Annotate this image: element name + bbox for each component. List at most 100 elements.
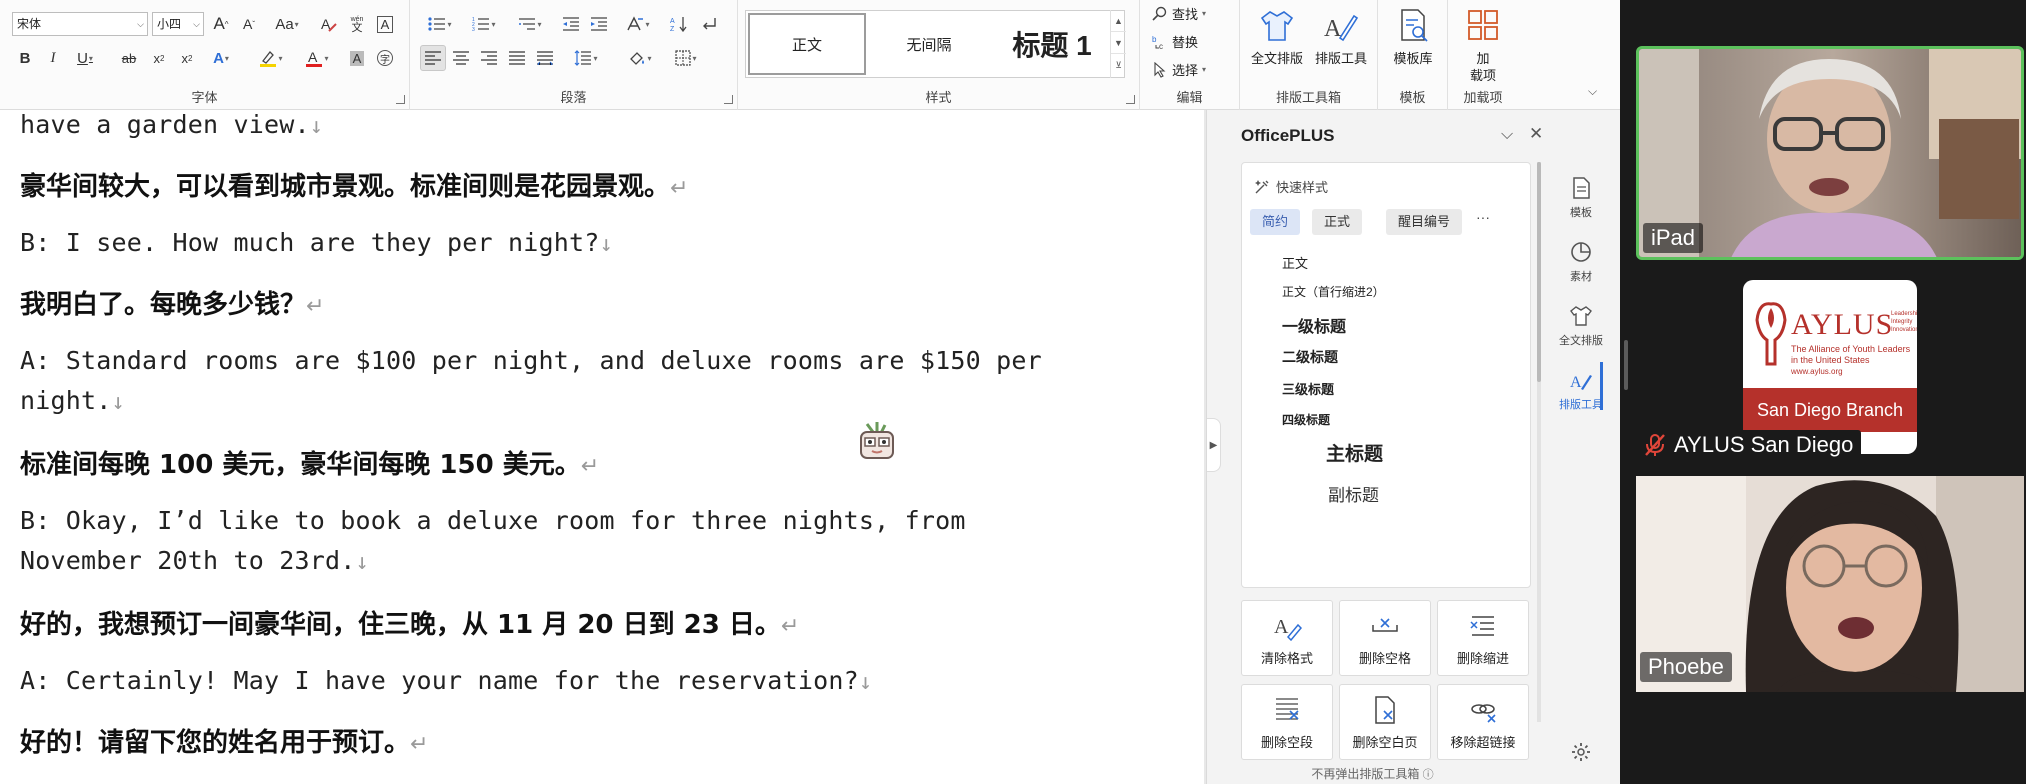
font-size-select[interactable]: 小四 ⌵ <box>152 12 204 36</box>
style-subtitle[interactable]: 副标题 <box>1328 481 1379 506</box>
line-break-mark: ↓ <box>599 232 614 257</box>
rail-item-full-layout[interactable]: 全文排版 <box>1541 304 1620 348</box>
doc-line: A: Standard rooms are $100 per night, an… <box>20 346 1042 375</box>
decrease-indent-icon[interactable] <box>558 11 584 37</box>
style-no-spacing[interactable]: 无间隔 <box>870 13 988 75</box>
char-border-icon[interactable]: A <box>372 11 398 37</box>
video-tile-phoebe[interactable]: Phoebe <box>1636 476 2024 692</box>
tab-prominent-numbering[interactable]: 醒目编号 <box>1386 209 1463 235</box>
superscript-button[interactable]: x2 <box>174 45 200 71</box>
rail-label-template: 模板 <box>1570 207 1592 219</box>
doc-line-text: A: Standard rooms are $100 per night, an… <box>20 346 1042 375</box>
italic-button[interactable]: I <box>40 45 66 71</box>
panel-resize-handle[interactable] <box>1624 340 1628 390</box>
document-page[interactable]: have a garden view.↓ 豪华间较大，可以看到城市景观。标准间则… <box>0 110 1204 784</box>
style-normal[interactable]: 正文 <box>748 13 866 75</box>
replace-icon: bc <box>1152 35 1163 50</box>
clear-format-icon[interactable]: A <box>316 11 342 37</box>
delete-empty-paragraphs-button[interactable]: 删除空段 <box>1241 684 1333 760</box>
select-button[interactable]: 选择 ▾ <box>1152 60 1206 79</box>
grow-font-button[interactable]: A ^ <box>208 11 234 37</box>
style-heading-4[interactable]: 四级标题 <box>1282 411 1330 428</box>
sort-icon[interactable]: AZ <box>666 11 692 37</box>
ribbon: 宋体 ⌵ 小四 ⌵ A ^ Aˇ Aa ▾ A wén 文 A B I U ▾ ab x2 … <box>0 0 1620 110</box>
active-rail-indicator <box>1600 362 1603 410</box>
multilevel-list-button[interactable]: ▾ <box>510 11 550 37</box>
char-shading-icon[interactable]: A <box>344 45 370 71</box>
phonetic-guide-icon[interactable]: wén 文 <box>344 11 370 37</box>
font-name-select[interactable]: 宋体 ⌵ <box>12 12 148 36</box>
remove-hyperlinks-label: 移除超链接 <box>1450 735 1516 750</box>
panel-footer[interactable]: 不再弹出排版工具箱 ⓘ <box>1207 765 1538 782</box>
style-heading-2[interactable]: 二级标题 <box>1282 347 1338 367</box>
highlight-button[interactable]: ▾ <box>252 45 290 71</box>
collapse-ribbon-icon[interactable]: ⌵ <box>1588 84 1597 99</box>
shrink-font-button[interactable]: Aˇ <box>236 11 262 37</box>
line-spacing-button[interactable]: ▾ <box>566 45 606 71</box>
increase-indent-icon[interactable] <box>586 11 612 37</box>
video-tile-aylus[interactable]: AYLUS Leadership Integrity Innovation Th… <box>1636 280 2024 468</box>
replace-button[interactable]: bc 替换 <box>1152 32 1198 51</box>
delete-blank-page-button[interactable]: 删除空白页 <box>1339 684 1431 760</box>
panel-collapse-toggle[interactable]: ▶ <box>1207 418 1221 472</box>
justify-button[interactable] <box>504 45 530 71</box>
panel-menu-chevron-icon[interactable]: ⌵ <box>1501 126 1513 144</box>
style-body-indent[interactable]: 正文（首行缩进2） <box>1282 283 1385 300</box>
rail-item-layout-tools[interactable]: A 排版工具 <box>1541 368 1620 412</box>
doc-line: B: I see. How much are they per night?↓ <box>20 228 613 257</box>
more-icon[interactable]: ··· <box>1476 209 1490 225</box>
style-main-title[interactable]: 主标题 <box>1326 439 1383 466</box>
delete-indent-button[interactable]: 删除缩进 <box>1437 600 1529 676</box>
settings-gear-icon[interactable] <box>1571 742 1591 765</box>
align-right-button[interactable] <box>476 45 502 71</box>
gallery-down-icon[interactable]: ▼ <box>1111 32 1126 54</box>
clear-format-button[interactable]: A 清除格式 <box>1241 600 1333 676</box>
rail-item-template[interactable]: 模板 <box>1541 176 1620 220</box>
doc-line-text: 我明白了。每晚多少钱？ <box>20 290 307 320</box>
style-heading-1[interactable]: 一级标题 <box>1282 313 1346 337</box>
layout-tools-button[interactable]: A 排版工具 <box>1310 6 1372 67</box>
align-left-button[interactable] <box>420 45 446 71</box>
text-effects-button[interactable]: A ▾ <box>204 45 238 71</box>
addins-button[interactable]: 加 载项 <box>1452 6 1514 84</box>
underline-button[interactable]: U ▾ <box>68 45 102 71</box>
align-center-button[interactable] <box>448 45 474 71</box>
font-dialog-launcher[interactable] <box>396 95 405 104</box>
numbering-button[interactable]: 1 2 3 ▾ <box>464 11 504 37</box>
addins-group: 加 载项 加载项 <box>1448 0 1518 110</box>
bullets-button[interactable]: ▾ <box>420 11 460 37</box>
subscript-button[interactable]: x2 <box>146 45 172 71</box>
gallery-more-icon[interactable]: ⊻ <box>1111 54 1126 76</box>
shading-button[interactable]: ▾ <box>620 45 660 71</box>
font-color-button[interactable]: A ▾ <box>298 45 336 71</box>
distributed-button[interactable] <box>532 45 558 71</box>
enclose-char-icon[interactable]: 字 <box>372 45 398 71</box>
style-heading-3[interactable]: 三级标题 <box>1282 379 1334 398</box>
find-button[interactable]: 查找 ▾ <box>1152 4 1206 23</box>
styles-dialog-launcher[interactable] <box>1126 95 1135 104</box>
gallery-up-icon[interactable]: ▲ <box>1111 10 1126 32</box>
doc-line-text: 好的！请留下您的姓名用于预订。 <box>20 728 411 758</box>
tab-formal[interactable]: 正式 <box>1312 209 1363 235</box>
rail-item-materials[interactable]: 素材 <box>1541 240 1620 284</box>
aylus-values: Leadership Integrity Innovation <box>1891 310 1917 334</box>
tab-simple[interactable]: 简约 <box>1250 209 1301 235</box>
borders-button[interactable]: ▾ <box>666 45 706 71</box>
paragraph-dialog-launcher[interactable] <box>724 95 733 104</box>
strikethrough-button[interactable]: ab <box>116 45 142 71</box>
video-tile-ipad[interactable]: iPad <box>1636 46 2024 260</box>
rail-label-materials: 素材 <box>1570 271 1592 283</box>
delete-spaces-button[interactable]: 删除空格 <box>1339 600 1431 676</box>
full-text-layout-button[interactable]: 全文排版 <box>1246 6 1308 67</box>
show-marks-icon[interactable] <box>696 11 722 37</box>
style-body[interactable]: 正文 <box>1282 253 1308 272</box>
chinese-layout-icon[interactable]: ▾ <box>618 11 658 37</box>
bold-button[interactable]: B <box>12 45 38 71</box>
paragraph-mark: ↵ <box>670 176 689 201</box>
change-case-button[interactable]: Aa ▾ <box>266 11 308 37</box>
sticker-icon <box>860 422 894 459</box>
template-library-label: 模板库 <box>1393 51 1433 66</box>
remove-hyperlinks-button[interactable]: 移除超链接 <box>1437 684 1529 760</box>
template-library-button[interactable]: 模板库 <box>1380 6 1446 67</box>
style-heading-1[interactable]: 标题 1 <box>990 13 1114 75</box>
